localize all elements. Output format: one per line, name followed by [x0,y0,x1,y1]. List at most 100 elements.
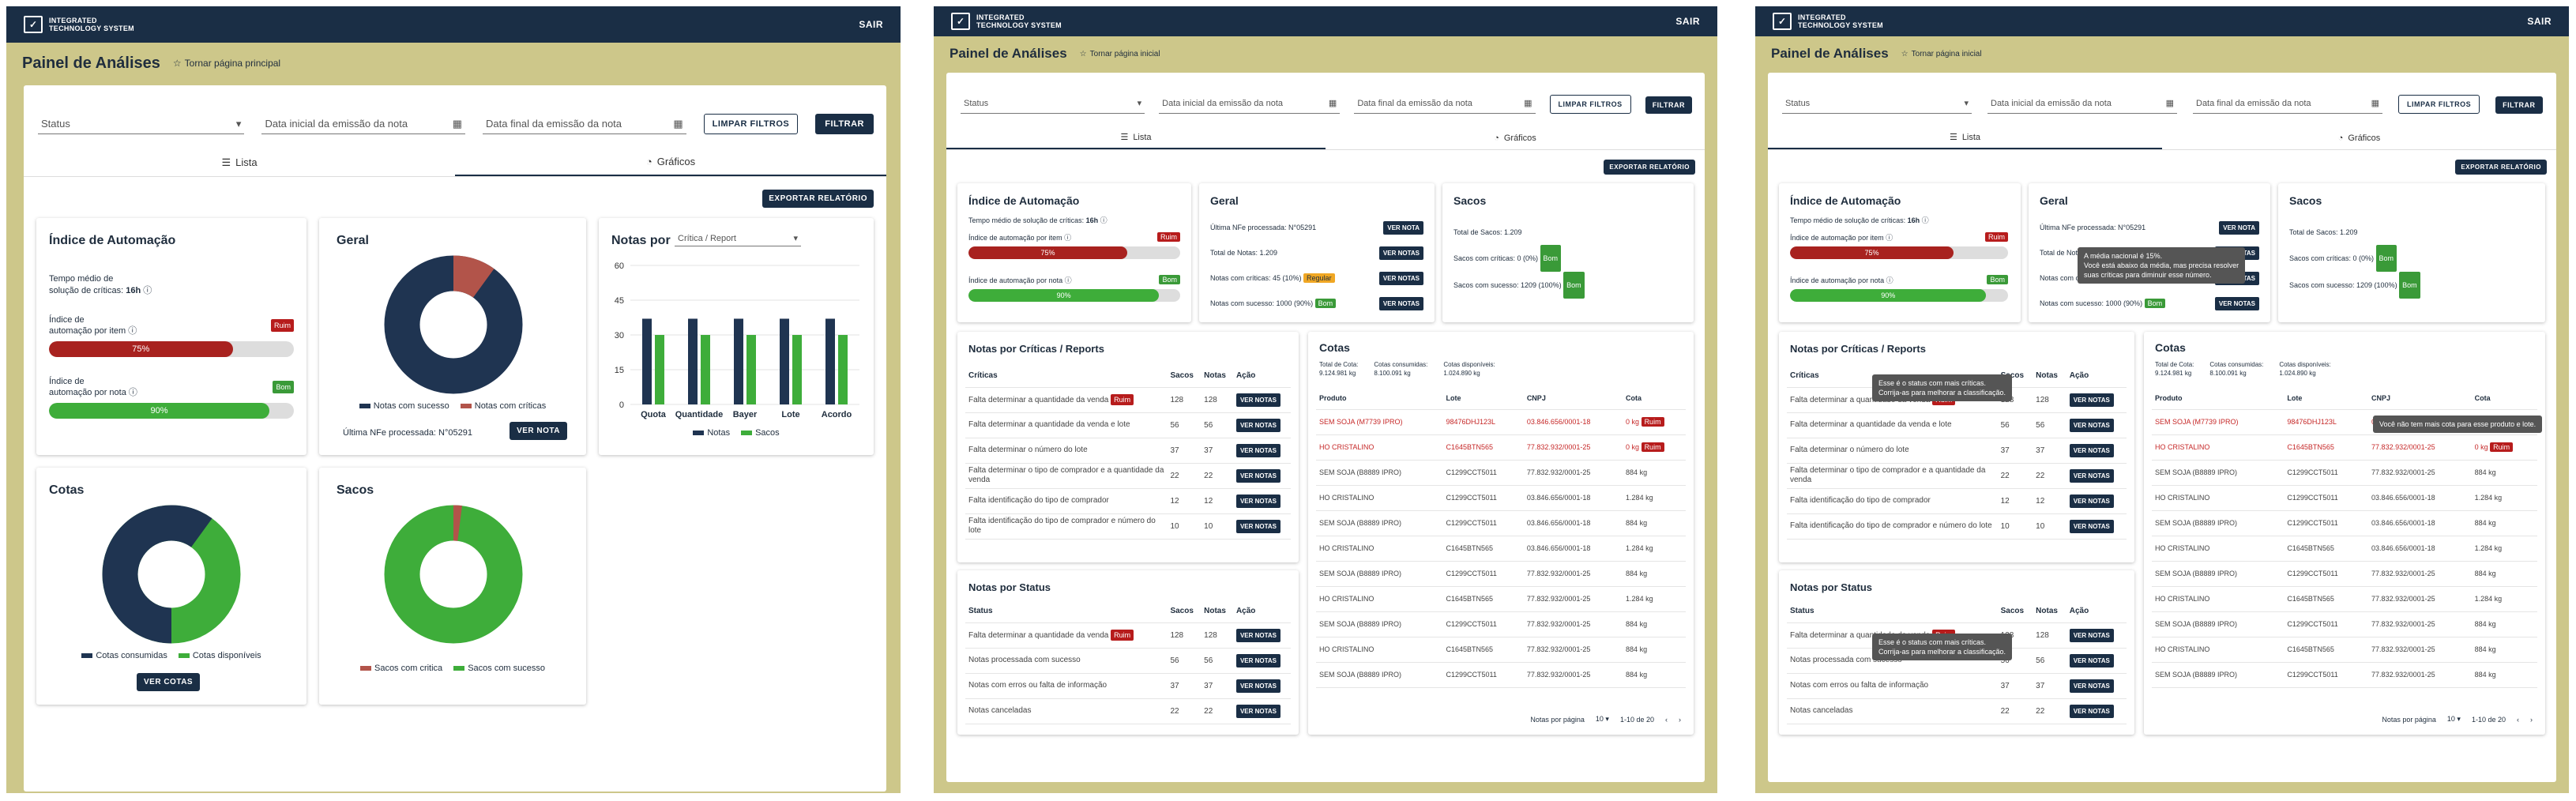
view-notes-button[interactable]: VER NOTAS [1235,494,1281,508]
next-page-icon[interactable]: › [1679,716,1681,724]
view-notes-button[interactable]: VER NOTA [1383,220,1423,235]
status-select[interactable]: Status ▾ [1782,93,1972,114]
tab-graficos[interactable]: ◔ Gráficos [2162,126,2556,149]
bar-sacos[interactable] [746,335,756,404]
logout-button[interactable]: SAIR [1675,16,1700,27]
note-badge[interactable]: Bom [1987,275,2008,284]
bar-sacos[interactable] [838,335,848,404]
filter-button[interactable]: FILTRAR [1645,96,1693,114]
export-report-button[interactable]: EXPORTAR RELATÓRIO [2455,160,2547,175]
prev-page-icon[interactable]: ‹ [2517,716,2519,724]
row-badge[interactable]: Ruim [1641,442,1664,452]
bar-sacos[interactable] [701,335,710,404]
view-note-button[interactable]: VER NOTA [510,422,567,440]
view-notes-button[interactable]: VER NOTA [2219,220,2259,235]
filter-button[interactable]: FILTRAR [2495,96,2543,114]
logout-button[interactable]: SAIR [859,19,883,30]
tab-lista[interactable]: ☰ Lista [1768,126,2162,149]
info-icon[interactable]: ⓘ [1886,234,1893,242]
view-notes-button[interactable]: VER NOTAS [1378,246,1423,260]
export-report-button[interactable]: EXPORTAR RELATÓRIO [762,190,874,208]
view-notes-button[interactable]: VER NOTAS [2069,704,2114,718]
info-icon[interactable]: ⓘ [1100,216,1107,224]
view-notes-button[interactable]: VER NOTAS [1235,468,1281,483]
next-page-icon[interactable]: › [2530,716,2533,724]
view-notes-button[interactable]: VER NOTAS [1235,418,1281,432]
set-home-link[interactable]: ☆ Tornar página inicial [1080,50,1160,58]
view-notes-button[interactable]: VER NOTAS [1235,443,1281,457]
row-badge[interactable]: Ruim [1641,417,1664,427]
end-date-field[interactable]: Data final da emissão da nota ▦ [1354,93,1536,114]
geral-row-badge[interactable]: Regular [1303,273,1335,283]
export-report-button[interactable]: EXPORTAR RELATÓRIO [1604,160,1695,175]
note-badge[interactable]: Bom [1159,275,1180,284]
start-date-field[interactable]: Data inicial da emissão da nota ▦ [1987,93,2177,114]
view-notes-button[interactable]: VER NOTAS [1378,296,1423,310]
geral-row-badge[interactable]: Bom [1314,299,1337,308]
view-notes-button[interactable]: VER NOTAS [2069,418,2114,432]
tab-graficos[interactable]: ◔ Gráficos [455,149,886,176]
bar-sacos[interactable] [792,335,802,404]
set-home-link[interactable]: ☆ Tornar página inicial [1901,50,1982,58]
view-notes-button[interactable]: VER NOTAS [1235,393,1281,407]
app-logo[interactable]: ✓ INTEGRATED TECHNOLOGY SYSTEM [1773,13,1883,30]
bar-notas[interactable] [780,318,789,404]
view-notes-button[interactable]: VER NOTAS [1235,679,1281,693]
view-quotas-button[interactable]: VER COTAS [137,673,201,691]
end-date-field[interactable]: Data final da emissão da nota ▦ [483,114,686,134]
row-badge[interactable]: Ruim [1111,630,1134,641]
view-notes-button[interactable]: VER NOTAS [1235,628,1281,642]
bar-sacos[interactable] [655,335,664,404]
clear-filters-button[interactable]: LIMPAR FILTROS [1549,95,1631,114]
note-badge[interactable]: Bom [273,381,294,393]
logout-button[interactable]: SAIR [2527,16,2552,27]
tab-graficos[interactable]: ◔ Gráficos [1326,126,1705,149]
prev-page-icon[interactable]: ‹ [1665,716,1668,724]
info-icon[interactable]: ⓘ [1065,276,1072,284]
per-page-select[interactable]: 10 ▾ [1596,715,1609,724]
filter-button[interactable]: FILTRAR [815,114,874,134]
end-date-field[interactable]: Data final da emissão da nota ▦ [2193,93,2382,114]
bar-notas[interactable] [734,318,743,404]
view-notes-button[interactable]: VER NOTAS [2069,393,2114,407]
info-icon[interactable]: ⓘ [128,326,137,336]
clear-filters-button[interactable]: LIMPAR FILTROS [2398,95,2480,114]
app-logo[interactable]: ✓ INTEGRATED TECHNOLOGY SYSTEM [24,16,134,33]
start-date-field[interactable]: Data inicial da emissão da nota ▦ [1159,93,1341,114]
view-notes-button[interactable]: VER NOTAS [2069,494,2114,508]
view-notes-button[interactable]: VER NOTAS [2069,679,2114,693]
info-icon[interactable]: ⓘ [1064,234,1071,242]
view-notes-button[interactable]: VER NOTAS [2069,628,2114,642]
view-notes-button[interactable]: VER NOTAS [2069,653,2114,668]
info-icon[interactable]: ⓘ [129,388,137,397]
info-icon[interactable]: ⓘ [143,286,152,295]
start-date-field[interactable]: Data inicial da emissão da nota ▦ [261,114,466,134]
view-notes-button[interactable]: VER NOTAS [2069,468,2114,483]
sacos-critical-badge[interactable]: Bom [1540,245,1562,272]
per-page-select[interactable]: 10 ▾ [2447,715,2461,724]
row-badge[interactable]: Ruim [1111,394,1134,405]
view-notes-button[interactable]: VER NOTAS [1378,271,1423,285]
app-logo[interactable]: ✓ INTEGRATED TECHNOLOGY SYSTEM [951,13,1062,30]
view-notes-button[interactable]: VER NOTAS [2069,519,2114,533]
status-select[interactable]: Status ▾ [38,114,245,134]
sacos-success-badge[interactable]: Bom [2399,272,2420,299]
sacos-success-badge[interactable]: Bom [1563,272,1585,299]
status-select[interactable]: Status ▾ [961,93,1145,114]
view-notes-button[interactable]: VER NOTAS [1235,704,1281,718]
info-icon[interactable]: ⓘ [1886,276,1893,284]
geral-row-badge[interactable]: Bom [2144,299,2166,308]
view-notes-button[interactable]: VER NOTAS [1235,653,1281,668]
item-badge[interactable]: Ruim [1156,232,1180,242]
tab-lista[interactable]: ☰ Lista [946,126,1326,149]
view-notes-button[interactable]: VER NOTAS [2069,443,2114,457]
item-badge[interactable]: Ruim [1984,232,2008,242]
sacos-critical-badge[interactable]: Bom [2375,245,2397,272]
view-notes-button[interactable]: VER NOTAS [1235,519,1281,533]
bar-notas[interactable] [688,318,698,404]
view-notes-button[interactable]: VER NOTAS [2214,296,2259,310]
bar-notas[interactable] [642,318,652,404]
item-badge[interactable]: Ruim [270,319,294,332]
clear-filters-button[interactable]: LIMPAR FILTROS [703,114,799,134]
tab-lista[interactable]: ☰ Lista [24,149,455,176]
